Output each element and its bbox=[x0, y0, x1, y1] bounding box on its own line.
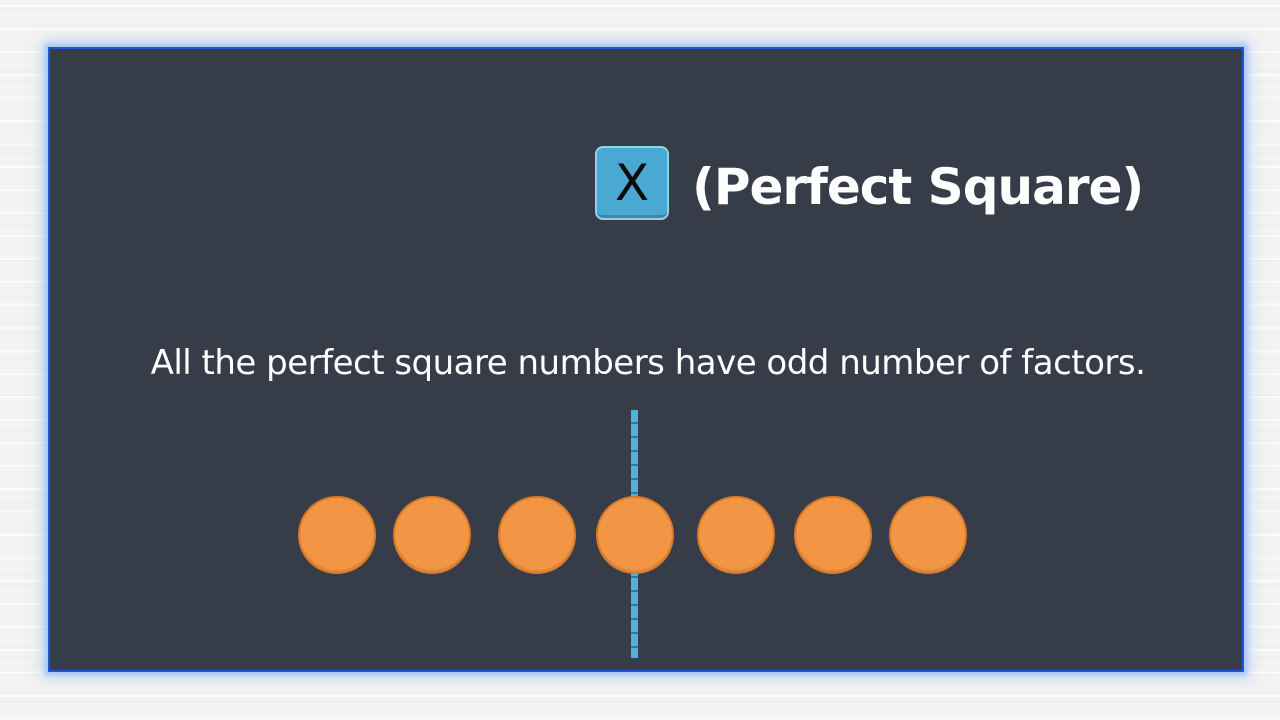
factor-dot bbox=[498, 496, 576, 574]
factor-dot bbox=[794, 496, 872, 574]
x-variable-badge: X bbox=[595, 146, 669, 220]
factor-dot bbox=[393, 496, 471, 574]
factor-dot-middle bbox=[596, 496, 674, 574]
factor-dot bbox=[889, 496, 967, 574]
factor-dot bbox=[697, 496, 775, 574]
statement-text: All the perfect square numbers have odd … bbox=[150, 343, 1146, 383]
perfect-square-heading: (Perfect Square) bbox=[692, 158, 1144, 216]
x-badge-letter: X bbox=[614, 154, 650, 212]
slide-board: X (Perfect Square) All the perfect squar… bbox=[48, 47, 1244, 672]
factor-dot bbox=[298, 496, 376, 574]
